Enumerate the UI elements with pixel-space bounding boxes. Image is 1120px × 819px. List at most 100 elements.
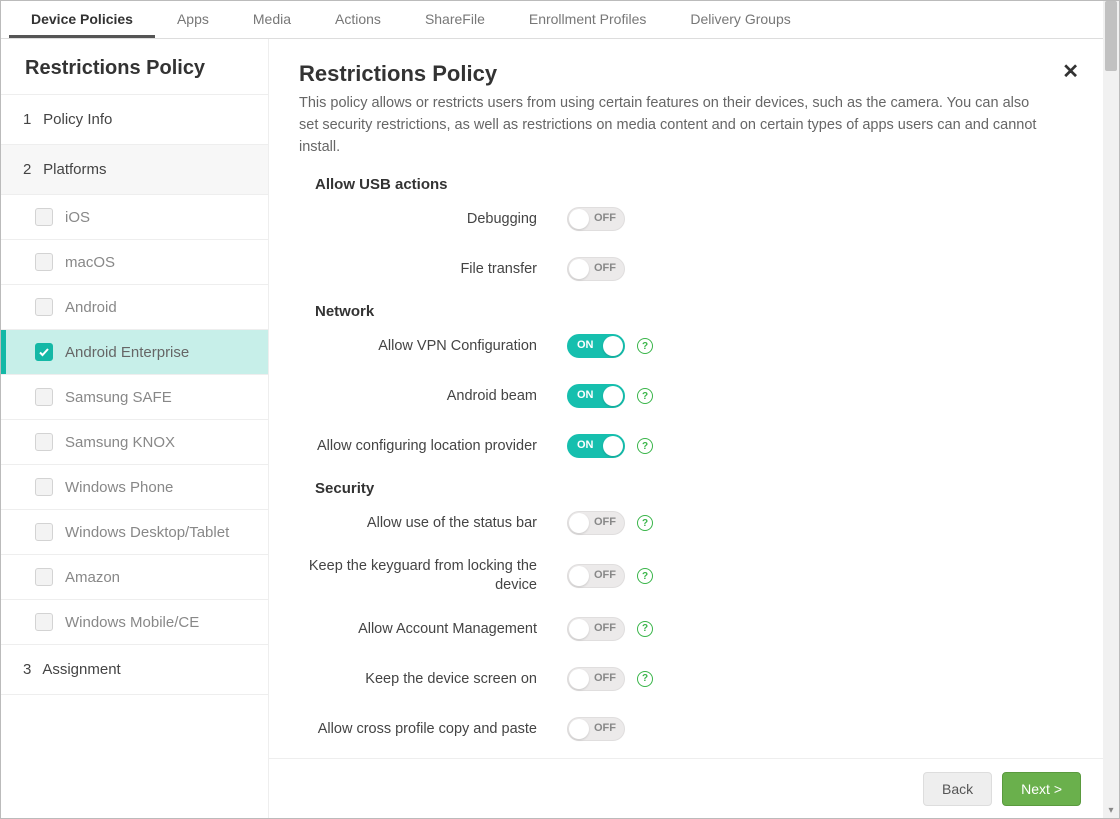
platform-windows-mobile-ce[interactable]: Windows Mobile/CE <box>1 600 268 645</box>
toggle-text: OFF <box>594 569 616 581</box>
platform-samsung-safe[interactable]: Samsung SAFE <box>1 375 268 420</box>
step-label: Assignment <box>42 661 120 678</box>
next-button[interactable]: Next > <box>1002 772 1081 806</box>
help-icon[interactable]: ? <box>637 671 653 687</box>
toggle-text: ON <box>577 339 594 351</box>
checkbox-icon[interactable] <box>35 343 53 361</box>
toggle-knob <box>603 336 623 356</box>
toggle-knob <box>603 386 623 406</box>
toggle-text: ON <box>577 439 594 451</box>
setting-row: Android beamON? <box>299 380 1073 412</box>
close-icon[interactable]: ✕ <box>1062 59 1079 84</box>
setting-label: File transfer <box>299 260 567 279</box>
platform-label: Windows Phone <box>65 479 173 496</box>
tab-media[interactable]: Media <box>231 0 313 38</box>
toggle[interactable]: ON <box>567 334 625 358</box>
toggle[interactable]: OFF <box>567 717 625 741</box>
toggle[interactable]: OFF <box>567 564 625 588</box>
checkbox-icon[interactable] <box>35 298 53 316</box>
toggle-knob <box>569 513 589 533</box>
setting-control: OFF <box>567 207 625 231</box>
setting-label: Keep the keyguard from locking the devic… <box>299 557 567 595</box>
setting-label: Debugging <box>299 210 567 229</box>
checkbox-icon[interactable] <box>35 433 53 451</box>
setting-control: OFF <box>567 257 625 281</box>
checkbox-icon[interactable] <box>35 388 53 406</box>
toggle-knob <box>569 209 589 229</box>
toggle-knob <box>569 259 589 279</box>
toggle-text: ON <box>577 389 594 401</box>
section-title-security: Security <box>315 480 1073 497</box>
toggle-knob <box>569 719 589 739</box>
checkbox-icon[interactable] <box>35 253 53 271</box>
back-button[interactable]: Back <box>923 772 992 806</box>
footer: Back Next > <box>269 758 1103 818</box>
help-icon[interactable]: ? <box>637 338 653 354</box>
tab-apps[interactable]: Apps <box>155 0 231 38</box>
platform-windows-desktop-tablet[interactable]: Windows Desktop/Tablet <box>1 510 268 555</box>
toggle-knob <box>569 669 589 689</box>
setting-row: File transfer OFF <box>299 253 1073 285</box>
platform-amazon[interactable]: Amazon <box>1 555 268 600</box>
platform-macos[interactable]: macOS <box>1 240 268 285</box>
setting-control: ON? <box>567 434 653 458</box>
platform-label: macOS <box>65 254 115 271</box>
toggle-knob <box>603 436 623 456</box>
toggle[interactable]: ON <box>567 384 625 408</box>
toggle-knob <box>569 566 589 586</box>
help-icon[interactable]: ? <box>637 388 653 404</box>
setting-control: ON? <box>567 334 653 358</box>
checkbox-icon[interactable] <box>35 613 53 631</box>
step-policy-info[interactable]: 1 Policy Info <box>1 95 268 145</box>
step-label: Platforms <box>43 161 106 178</box>
toggle-text: OFF <box>594 672 616 684</box>
setting-row: Keep the keyguard from locking the devic… <box>299 557 1073 595</box>
toggle[interactable]: OFF <box>567 511 625 535</box>
platform-android[interactable]: Android <box>1 285 268 330</box>
toggle-text: OFF <box>594 262 616 274</box>
setting-row: Allow cross profile copy and pasteOFF <box>299 713 1073 745</box>
tab-actions[interactable]: Actions <box>313 0 403 38</box>
checkbox-icon[interactable] <box>35 523 53 541</box>
platform-windows-phone[interactable]: Windows Phone <box>1 465 268 510</box>
platform-label: Windows Mobile/CE <box>65 614 199 631</box>
step-assignment[interactable]: 3 Assignment <box>1 645 268 695</box>
scrollbar-thumb[interactable] <box>1105 1 1117 71</box>
scrollbar[interactable]: ▾ <box>1103 1 1119 818</box>
toggle-text: OFF <box>594 212 616 224</box>
toggle[interactable]: OFF <box>567 617 625 641</box>
setting-label: Allow configuring location provider <box>299 437 567 456</box>
help-icon[interactable]: ? <box>637 568 653 584</box>
scroll-down-icon[interactable]: ▾ <box>1103 802 1119 818</box>
tab-sharefile[interactable]: ShareFile <box>403 0 507 38</box>
checkbox-icon[interactable] <box>35 568 53 586</box>
main-panel: ✕ Restrictions Policy This policy allows… <box>269 39 1103 818</box>
setting-row: Keep the device screen onOFF? <box>299 663 1073 695</box>
platform-samsung-knox[interactable]: Samsung KNOX <box>1 420 268 465</box>
tab-device-policies[interactable]: Device Policies <box>9 0 155 38</box>
setting-row: Allow Account ManagementOFF? <box>299 613 1073 645</box>
platform-ios[interactable]: iOS <box>1 195 268 240</box>
help-icon[interactable]: ? <box>637 621 653 637</box>
platform-android-enterprise[interactable]: Android Enterprise <box>1 330 268 375</box>
platform-label: iOS <box>65 209 90 226</box>
help-icon[interactable]: ? <box>637 515 653 531</box>
setting-control: OFF? <box>567 617 653 641</box>
checkbox-icon[interactable] <box>35 208 53 226</box>
setting-label: Allow VPN Configuration <box>299 337 567 356</box>
toggle[interactable]: OFF <box>567 207 625 231</box>
toggle[interactable]: ON <box>567 434 625 458</box>
platform-list: iOS macOS AndroidAndroid Enterprise Samsung… <box>1 195 268 645</box>
platform-label: Samsung SAFE <box>65 389 172 406</box>
tab-enrollment-profiles[interactable]: Enrollment Profiles <box>507 0 669 38</box>
toggle[interactable]: OFF <box>567 667 625 691</box>
top-tabs: Device PoliciesAppsMediaActionsShareFile… <box>1 1 1103 39</box>
step-platforms[interactable]: 2 Platforms <box>1 145 268 195</box>
toggle[interactable]: OFF <box>567 257 625 281</box>
toggle-text: OFF <box>594 622 616 634</box>
help-icon[interactable]: ? <box>637 438 653 454</box>
section-title-network: Network <box>315 303 1073 320</box>
tab-delivery-groups[interactable]: Delivery Groups <box>668 0 812 38</box>
checkbox-icon[interactable] <box>35 478 53 496</box>
step-label: Policy Info <box>43 111 112 128</box>
